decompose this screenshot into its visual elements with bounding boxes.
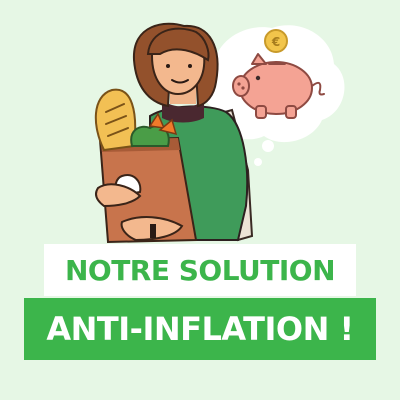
coin-icon: € xyxy=(264,29,288,53)
coin-symbol: € xyxy=(271,35,280,49)
headline-line1-band: NOTRE SOLUTION xyxy=(44,244,356,296)
headline-line2: ANTI-INFLATION ! xyxy=(46,310,354,348)
headline-line1: NOTRE SOLUTION xyxy=(64,253,336,287)
headline-line2-band: ANTI-INFLATION ! xyxy=(24,298,376,360)
